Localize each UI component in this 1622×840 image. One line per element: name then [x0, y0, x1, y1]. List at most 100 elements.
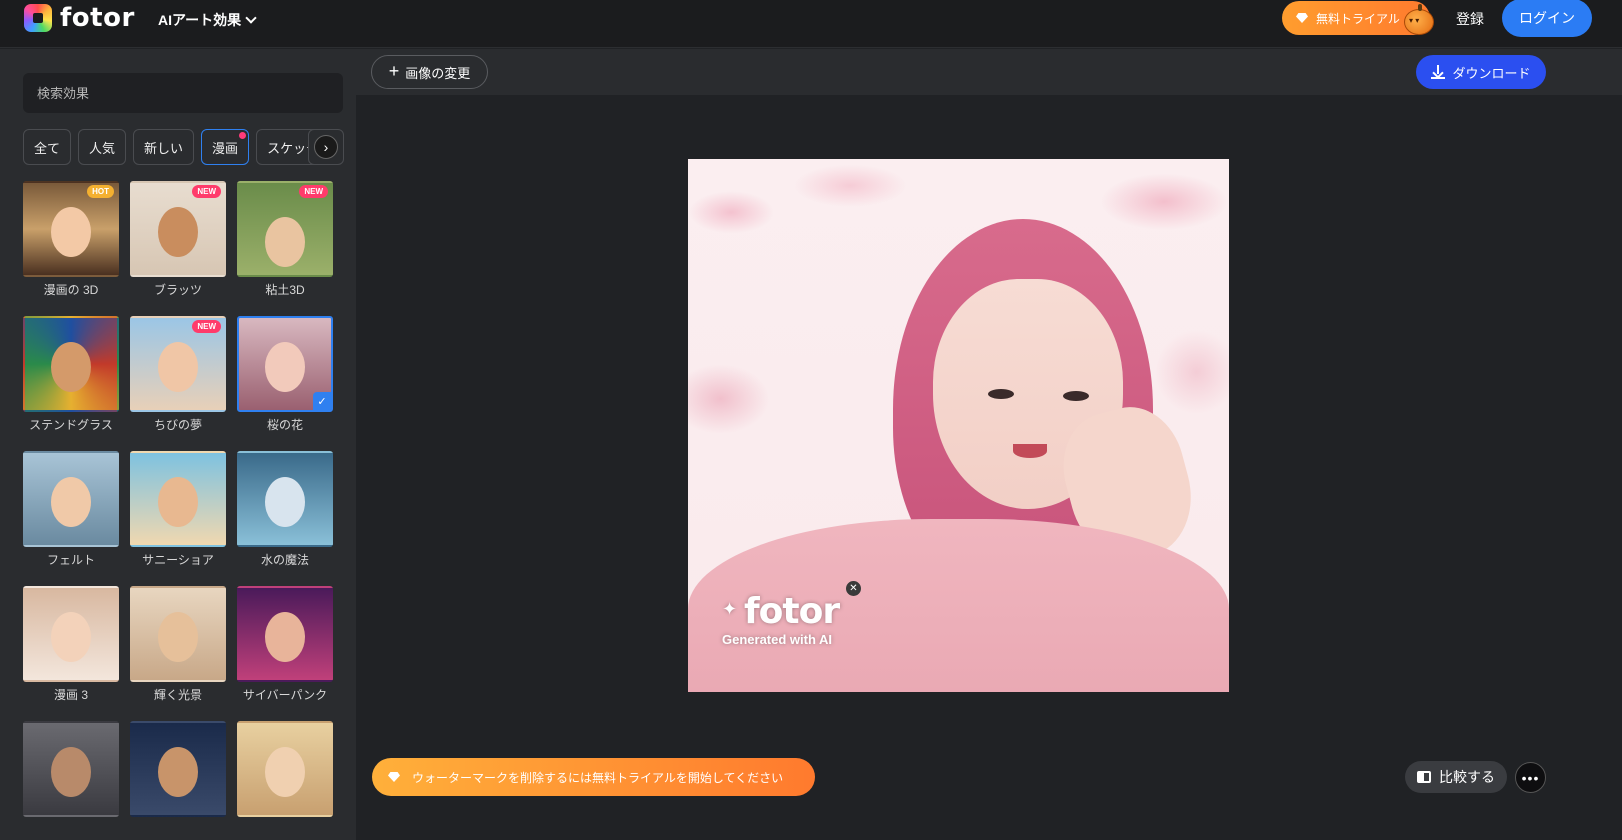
- face-shape: [51, 207, 91, 257]
- category-next-button[interactable]: ›: [308, 129, 344, 165]
- effect-label: 水の魔法: [260, 553, 309, 567]
- face-shape: [265, 612, 305, 662]
- effect-tile-selected[interactable]: ✓ 桜の花: [237, 316, 333, 451]
- pumpkin-icon: [1404, 4, 1434, 35]
- category-tabs: 全て 人気 新しい 漫画 スケッチ: [23, 129, 331, 165]
- hot-badge: HOT: [87, 185, 114, 198]
- category-label: 全て: [34, 140, 61, 156]
- effect-label: 粘土3D: [265, 283, 305, 297]
- effect-tile[interactable]: 輝く光景: [130, 586, 226, 721]
- diamond-icon: [1296, 13, 1308, 23]
- effect-thumbnail: ✓: [237, 316, 333, 412]
- effect-thumbnail: [130, 586, 226, 682]
- more-options-button[interactable]: •••: [1515, 762, 1546, 793]
- new-badge: NEW: [299, 185, 328, 198]
- face-shape: [265, 477, 305, 527]
- download-button[interactable]: ダウンロード: [1416, 55, 1546, 89]
- ai-art-effects-menu[interactable]: AIアート効果: [158, 10, 257, 30]
- chevron-down-icon: [245, 12, 257, 24]
- face-shape: [51, 612, 91, 662]
- effect-tile[interactable]: フェルト: [23, 451, 119, 586]
- compare-button[interactable]: 比較する: [1405, 761, 1507, 793]
- watermark-subtitle: Generated with AI: [722, 632, 833, 647]
- change-image-button[interactable]: + 画像の変更: [371, 55, 488, 89]
- effect-thumbnail: [237, 451, 333, 547]
- effect-label: サイバーパンク: [242, 688, 328, 702]
- effect-label: 漫画 3: [53, 688, 88, 702]
- effect-tile[interactable]: ステンドグラス: [23, 316, 119, 451]
- category-tab-manga[interactable]: 漫画: [201, 129, 250, 165]
- search-effects-input[interactable]: [23, 73, 343, 113]
- fotor-logo-icon: [24, 4, 52, 32]
- effect-label: 輝く光景: [153, 688, 202, 702]
- remove-watermark-button[interactable]: ウォーターマークを削除するには無料トライアルを開始してください: [372, 758, 815, 796]
- result-image-canvas[interactable]: ✦ fotor Generated with AI ✕: [688, 159, 1229, 692]
- effect-label: サニーショア: [142, 553, 214, 567]
- new-dot-indicator: [239, 132, 247, 139]
- face-shape: [51, 747, 91, 797]
- effect-tile[interactable]: サイバーパンク: [237, 586, 333, 721]
- new-badge: NEW: [192, 185, 221, 198]
- effect-tile[interactable]: NEW ブラッツ: [130, 181, 226, 316]
- effect-thumbnail: [23, 451, 119, 547]
- category-tab-popular[interactable]: 人気: [78, 129, 127, 165]
- close-watermark-icon[interactable]: ✕: [846, 581, 861, 596]
- effect-tile[interactable]: 水の魔法: [237, 451, 333, 586]
- effect-tile[interactable]: 漫画 3: [23, 586, 119, 721]
- face-shape: [51, 477, 91, 527]
- mouth-shape: [1013, 444, 1047, 458]
- effect-tile[interactable]: NEW 粘土3D: [237, 181, 333, 316]
- effect-thumbnail: NEW: [130, 316, 226, 412]
- effect-thumbnail: [23, 586, 119, 682]
- signup-link[interactable]: 登録: [1456, 9, 1484, 29]
- change-image-label: 画像の変更: [405, 65, 471, 81]
- eye-shape: [1063, 391, 1089, 401]
- remove-watermark-label: ウォーターマークを削除するには無料トライアルを開始してください: [412, 770, 784, 785]
- effect-tile[interactable]: [130, 721, 226, 840]
- effect-thumbnail: [130, 721, 226, 817]
- category-label: 漫画: [212, 140, 239, 156]
- effect-thumbnail: NEW: [130, 181, 226, 277]
- face-shape: [158, 747, 198, 797]
- category-tab-new[interactable]: 新しい: [133, 129, 195, 165]
- fotor-logo[interactable]: fotor: [24, 3, 135, 33]
- effect-thumbnail: [237, 721, 333, 817]
- face-shape: [265, 747, 305, 797]
- free-trial-label: 無料トライアル: [1316, 11, 1400, 26]
- compare-icon: [1417, 771, 1431, 783]
- checkmark-icon: ✓: [313, 392, 331, 410]
- free-trial-button[interactable]: 無料トライアル: [1282, 1, 1434, 35]
- effect-label: フェルト: [46, 553, 95, 567]
- effect-thumbnail: HOT: [23, 181, 119, 277]
- effects-sidebar: 全て 人気 新しい 漫画 スケッチ › HOT 漫画の 3D NEW ブラッツ …: [0, 49, 356, 840]
- face-shape: [265, 217, 305, 267]
- plus-icon: +: [388, 61, 400, 81]
- compare-label: 比較する: [1439, 769, 1495, 785]
- new-badge: NEW: [192, 320, 221, 333]
- watermark-logo: fotor: [744, 591, 840, 632]
- chevron-right-icon: ›: [314, 135, 338, 159]
- sparkle-icon: ✦: [722, 599, 738, 619]
- category-label: 新しい: [144, 140, 184, 156]
- effect-tile[interactable]: サニーショア: [130, 451, 226, 586]
- effect-label: ステンドグラス: [29, 418, 113, 432]
- effect-tile[interactable]: HOT 漫画の 3D: [23, 181, 119, 316]
- face-shape: [51, 342, 91, 392]
- effect-label: ブラッツ: [153, 283, 202, 297]
- eye-shape: [988, 389, 1014, 399]
- effect-label: ちびの夢: [153, 418, 202, 432]
- effect-thumbnail: [130, 451, 226, 547]
- effect-tile[interactable]: [23, 721, 119, 840]
- category-tab-all[interactable]: 全て: [23, 129, 72, 165]
- effect-thumbnail: [23, 316, 119, 412]
- effect-tile[interactable]: [237, 721, 333, 840]
- category-label: 人気: [89, 140, 116, 156]
- effect-tile[interactable]: NEW ちびの夢: [130, 316, 226, 451]
- login-button[interactable]: ログイン: [1502, 0, 1592, 37]
- effect-thumbnail: NEW: [237, 181, 333, 277]
- top-bar: fotor AIアート効果 無料トライアル 登録 ログイン: [0, 0, 1622, 48]
- effect-thumbnail: [237, 586, 333, 682]
- diamond-icon: [388, 772, 400, 782]
- face-shape: [158, 477, 198, 527]
- effect-label: 漫画の 3D: [43, 283, 99, 297]
